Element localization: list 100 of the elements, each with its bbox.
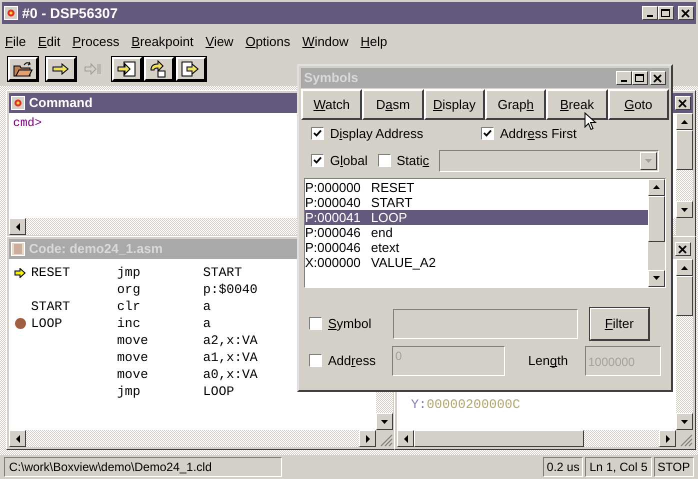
memory-value: 00000200000C	[426, 396, 520, 414]
minimize-icon	[621, 80, 627, 82]
symbol-list-item[interactable]: X:000000 VALUE_A2	[305, 254, 648, 270]
checkbox[interactable]	[309, 317, 322, 330]
down-arrow-icon	[380, 418, 389, 424]
down-arrow-icon	[680, 418, 689, 424]
dialog-button[interactable]: Dasm	[362, 89, 424, 120]
scroll-down-button[interactable]	[376, 413, 393, 430]
symbol-list-item[interactable]: P:000041 LOOP	[305, 210, 648, 224]
menu-item[interactable]: Breakpoint	[130, 32, 194, 52]
scrollbar-thumb[interactable]	[414, 430, 584, 447]
symbol-list-item[interactable]: P:000040 START	[305, 194, 648, 210]
step-over-icon	[181, 61, 201, 77]
scroll-down-button[interactable]	[676, 201, 693, 218]
folder-icon	[13, 61, 33, 77]
horizontal-scrollbar[interactable]	[9, 430, 376, 447]
symbol-field[interactable]	[393, 308, 578, 338]
maximize-button[interactable]	[658, 6, 674, 20]
up-arrow-icon	[680, 264, 689, 270]
close-button[interactable]	[678, 6, 694, 20]
toolbar-button[interactable]	[144, 57, 174, 81]
maximize-icon	[661, 8, 671, 18]
menu-item[interactable]: File	[4, 32, 27, 52]
menu-item[interactable]: Edit	[36, 32, 62, 52]
minimize-button[interactable]	[642, 6, 658, 20]
scroll-down-button[interactable]	[648, 270, 665, 286]
scroll-up-button[interactable]	[676, 259, 693, 276]
down-arrow-icon	[652, 275, 661, 281]
checkbox-label: Address	[328, 352, 377, 370]
memory-space: Y:	[411, 396, 427, 414]
symbol-list-item[interactable]: P:000046 etext	[305, 240, 648, 254]
code-label: LOOP	[31, 316, 62, 331]
scroll-up-button[interactable]	[676, 113, 693, 130]
dropdown-arrow-icon	[644, 158, 653, 164]
dialog-button[interactable]: Goto	[608, 89, 669, 120]
checkbox-label: Symbol	[328, 314, 372, 333]
close-button[interactable]	[675, 96, 691, 110]
toolbar-button[interactable]	[176, 57, 206, 81]
status-time: 0.2 us	[542, 457, 584, 477]
breakpoint-icon	[14, 318, 26, 329]
checkbox[interactable]	[311, 127, 324, 140]
scroll-right-button[interactable]	[659, 430, 676, 447]
checkbox-label: Address First	[500, 125, 577, 143]
scroll-left-button[interactable]	[397, 430, 414, 447]
scrollbar-thumb[interactable]	[648, 196, 665, 242]
symbol-list-item[interactable]: P:000046 end	[305, 224, 648, 240]
checkbox[interactable]	[311, 154, 324, 167]
filter-button[interactable]: Filter	[590, 308, 649, 340]
dialog-button[interactable]: Break	[546, 89, 608, 120]
symbol-list-item[interactable]: P:000000 RESET	[305, 180, 648, 194]
code-label: START	[31, 299, 70, 314]
current-line-arrow-icon	[14, 268, 26, 278]
checkbox[interactable]	[309, 354, 322, 367]
arrow-icon	[52, 63, 70, 75]
code-instruction: jmp	[117, 384, 140, 399]
up-arrow-icon	[652, 184, 661, 190]
left-arrow-icon	[14, 434, 20, 442]
menu-item[interactable]: Options	[244, 32, 292, 52]
close-icon	[678, 98, 688, 108]
code-operand: LOOP	[203, 383, 234, 400]
code-instruction: org	[117, 282, 140, 297]
close-button[interactable]	[675, 242, 691, 256]
scrollbar-thumb[interactable]	[676, 130, 693, 170]
dialog-button[interactable]: Display	[424, 89, 485, 120]
code-operand: p:$0040	[203, 281, 258, 298]
menu-item[interactable]: Help	[360, 32, 388, 52]
scroll-down-button[interactable]	[676, 413, 693, 430]
code-instruction: move	[117, 367, 148, 382]
scrollbar-thumb[interactable]	[676, 276, 693, 316]
code-instruction: move	[117, 350, 148, 365]
checkbox-label: Display Address	[330, 125, 424, 143]
close-button[interactable]	[650, 71, 666, 85]
up-arrow-icon	[680, 118, 689, 124]
scroll-up-button[interactable]	[648, 178, 665, 196]
scroll-left-button[interactable]	[9, 430, 26, 447]
right-arrow-icon	[364, 434, 370, 442]
horizontal-scrollbar[interactable]	[397, 430, 676, 447]
status-path: C:\work\Boxview\demo\Demo24_1.cld	[4, 457, 282, 477]
code-label: RESET	[31, 265, 70, 280]
code-operand: a1,x:VA	[203, 349, 258, 366]
checkbox[interactable]	[378, 154, 391, 167]
toolbar-button[interactable]	[8, 57, 38, 81]
toolbar-button[interactable]	[46, 57, 76, 81]
maximize-button[interactable]	[632, 71, 648, 85]
menu-item[interactable]: Process	[71, 32, 120, 52]
close-icon	[681, 8, 691, 18]
checkbox[interactable]	[481, 127, 494, 140]
dialog-button[interactable]: Watch	[301, 89, 362, 120]
scroll-right-button[interactable]	[359, 430, 376, 447]
toolbar-button[interactable]	[112, 57, 142, 81]
menu-item[interactable]: View	[204, 32, 234, 52]
vertical-scrollbar[interactable]	[676, 113, 693, 218]
down-arrow-icon	[680, 206, 689, 212]
scroll-left-button[interactable]	[9, 218, 26, 235]
menu-item[interactable]: Window	[301, 32, 350, 52]
vertical-scrollbar[interactable]	[676, 259, 693, 430]
dialog-button[interactable]: Graph	[484, 89, 546, 120]
minimize-button[interactable]	[616, 71, 632, 85]
dropdown[interactable]	[439, 150, 659, 172]
command-prompt: cmd>	[13, 116, 42, 130]
